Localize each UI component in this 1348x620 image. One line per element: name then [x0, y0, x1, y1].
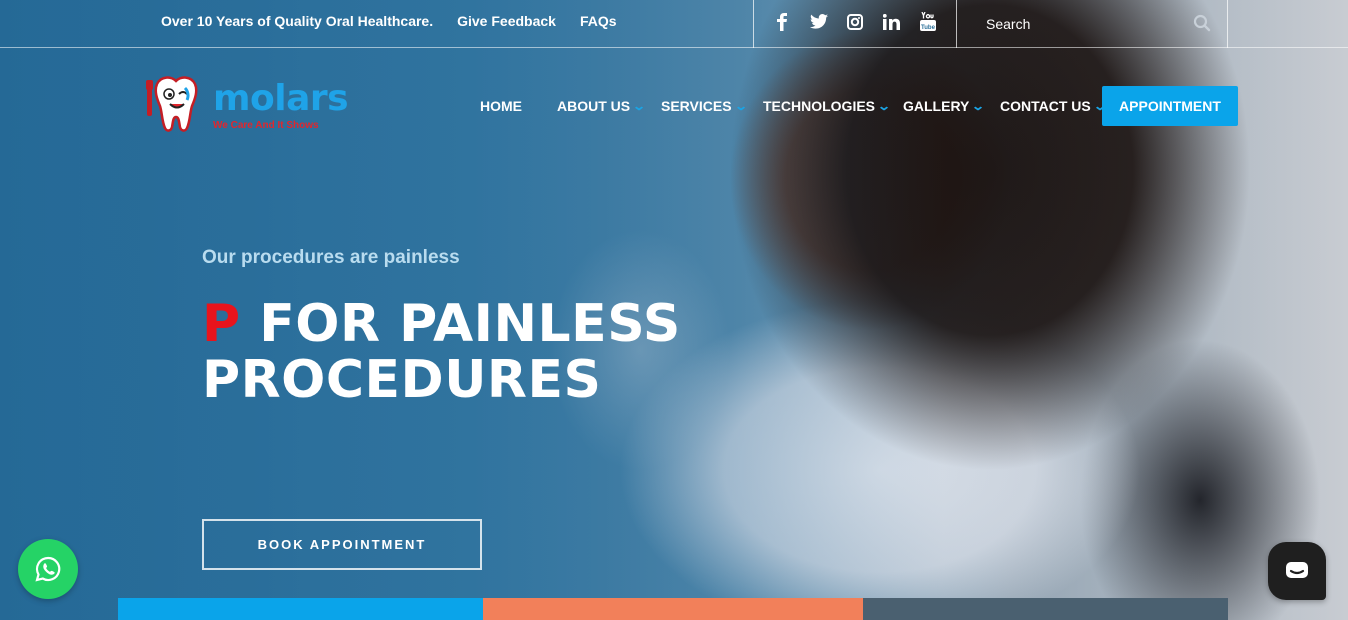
nav-item-label: SERVICES: [661, 98, 732, 114]
search-box: [957, 0, 1228, 48]
nav-item-label: ABOUT US: [557, 98, 631, 114]
feature-card-1[interactable]: [118, 598, 483, 620]
nav-item-home[interactable]: HOME: [480, 98, 557, 114]
top-bar: Over 10 Years of Quality Oral Healthcare…: [0, 0, 1348, 48]
whatsapp-button[interactable]: [18, 539, 78, 599]
nav-item-label: CONTACT US: [1000, 98, 1091, 114]
site-logo[interactable]: molars We Care And It Shows: [143, 74, 353, 136]
feature-card-2[interactable]: [483, 598, 863, 620]
nav-item-label: HOME: [480, 98, 522, 114]
logo-wordmark: molars: [213, 78, 349, 119]
top-links: Over 10 Years of Quality Oral Healthcare…: [161, 13, 617, 29]
tagline-text: Over 10 Years of Quality Oral Healthcare…: [161, 13, 434, 29]
tooth-mascot-icon: [146, 76, 198, 132]
linkedin-icon[interactable]: [880, 13, 902, 35]
chevron-down-icon: ⌄: [877, 99, 892, 113]
facebook-icon[interactable]: [771, 12, 793, 36]
hero-headline: P FOR PAINLESS PROCEDURES: [202, 296, 681, 408]
hero-eyebrow: Our procedures are painless: [202, 247, 460, 268]
twitter-icon[interactable]: [808, 14, 830, 34]
nav-item-services[interactable]: SERVICES ⌄: [661, 98, 763, 114]
chevron-down-icon: ⌄: [632, 99, 647, 113]
faqs-link[interactable]: FAQs: [580, 13, 617, 29]
chevron-down-icon: ⌄: [733, 99, 748, 113]
social-links: Tube: [753, 0, 957, 48]
feature-card-3[interactable]: [863, 598, 1228, 620]
svg-text:Tube: Tube: [921, 25, 936, 31]
headline-line-1: FOR PAINLESS: [240, 294, 681, 354]
chat-bubble-icon: [1286, 562, 1308, 578]
search-input[interactable]: [986, 13, 1186, 35]
main-nav: HOME ABOUT US ⌄ SERVICES ⌄ TECHNOLOGIES …: [480, 86, 1107, 126]
nav-item-label: GALLERY: [903, 98, 970, 114]
book-appointment-button[interactable]: BOOK APPOINTMENT: [202, 519, 482, 570]
instagram-icon[interactable]: [844, 13, 866, 35]
give-feedback-link[interactable]: Give Feedback: [457, 13, 556, 29]
nav-item-gallery[interactable]: GALLERY ⌄: [903, 98, 1000, 114]
appointment-button[interactable]: APPOINTMENT: [1102, 86, 1238, 126]
youtube-icon[interactable]: Tube: [917, 11, 939, 36]
headline-line-2: PROCEDURES: [202, 350, 602, 410]
nav-item-contact-us[interactable]: CONTACT US ⌄: [1000, 98, 1107, 114]
headline-highlight-letter: P: [202, 294, 241, 354]
nav-item-label: TECHNOLOGIES: [763, 98, 876, 114]
whatsapp-icon: [35, 556, 61, 582]
chevron-down-icon: ⌄: [971, 99, 986, 113]
logo-tagline: We Care And It Shows: [213, 120, 319, 131]
chat-widget-button[interactable]: [1268, 542, 1326, 600]
nav-item-about-us[interactable]: ABOUT US ⌄: [557, 98, 661, 114]
search-icon[interactable]: [1193, 14, 1211, 32]
nav-item-technologies[interactable]: TECHNOLOGIES ⌄: [763, 98, 903, 114]
